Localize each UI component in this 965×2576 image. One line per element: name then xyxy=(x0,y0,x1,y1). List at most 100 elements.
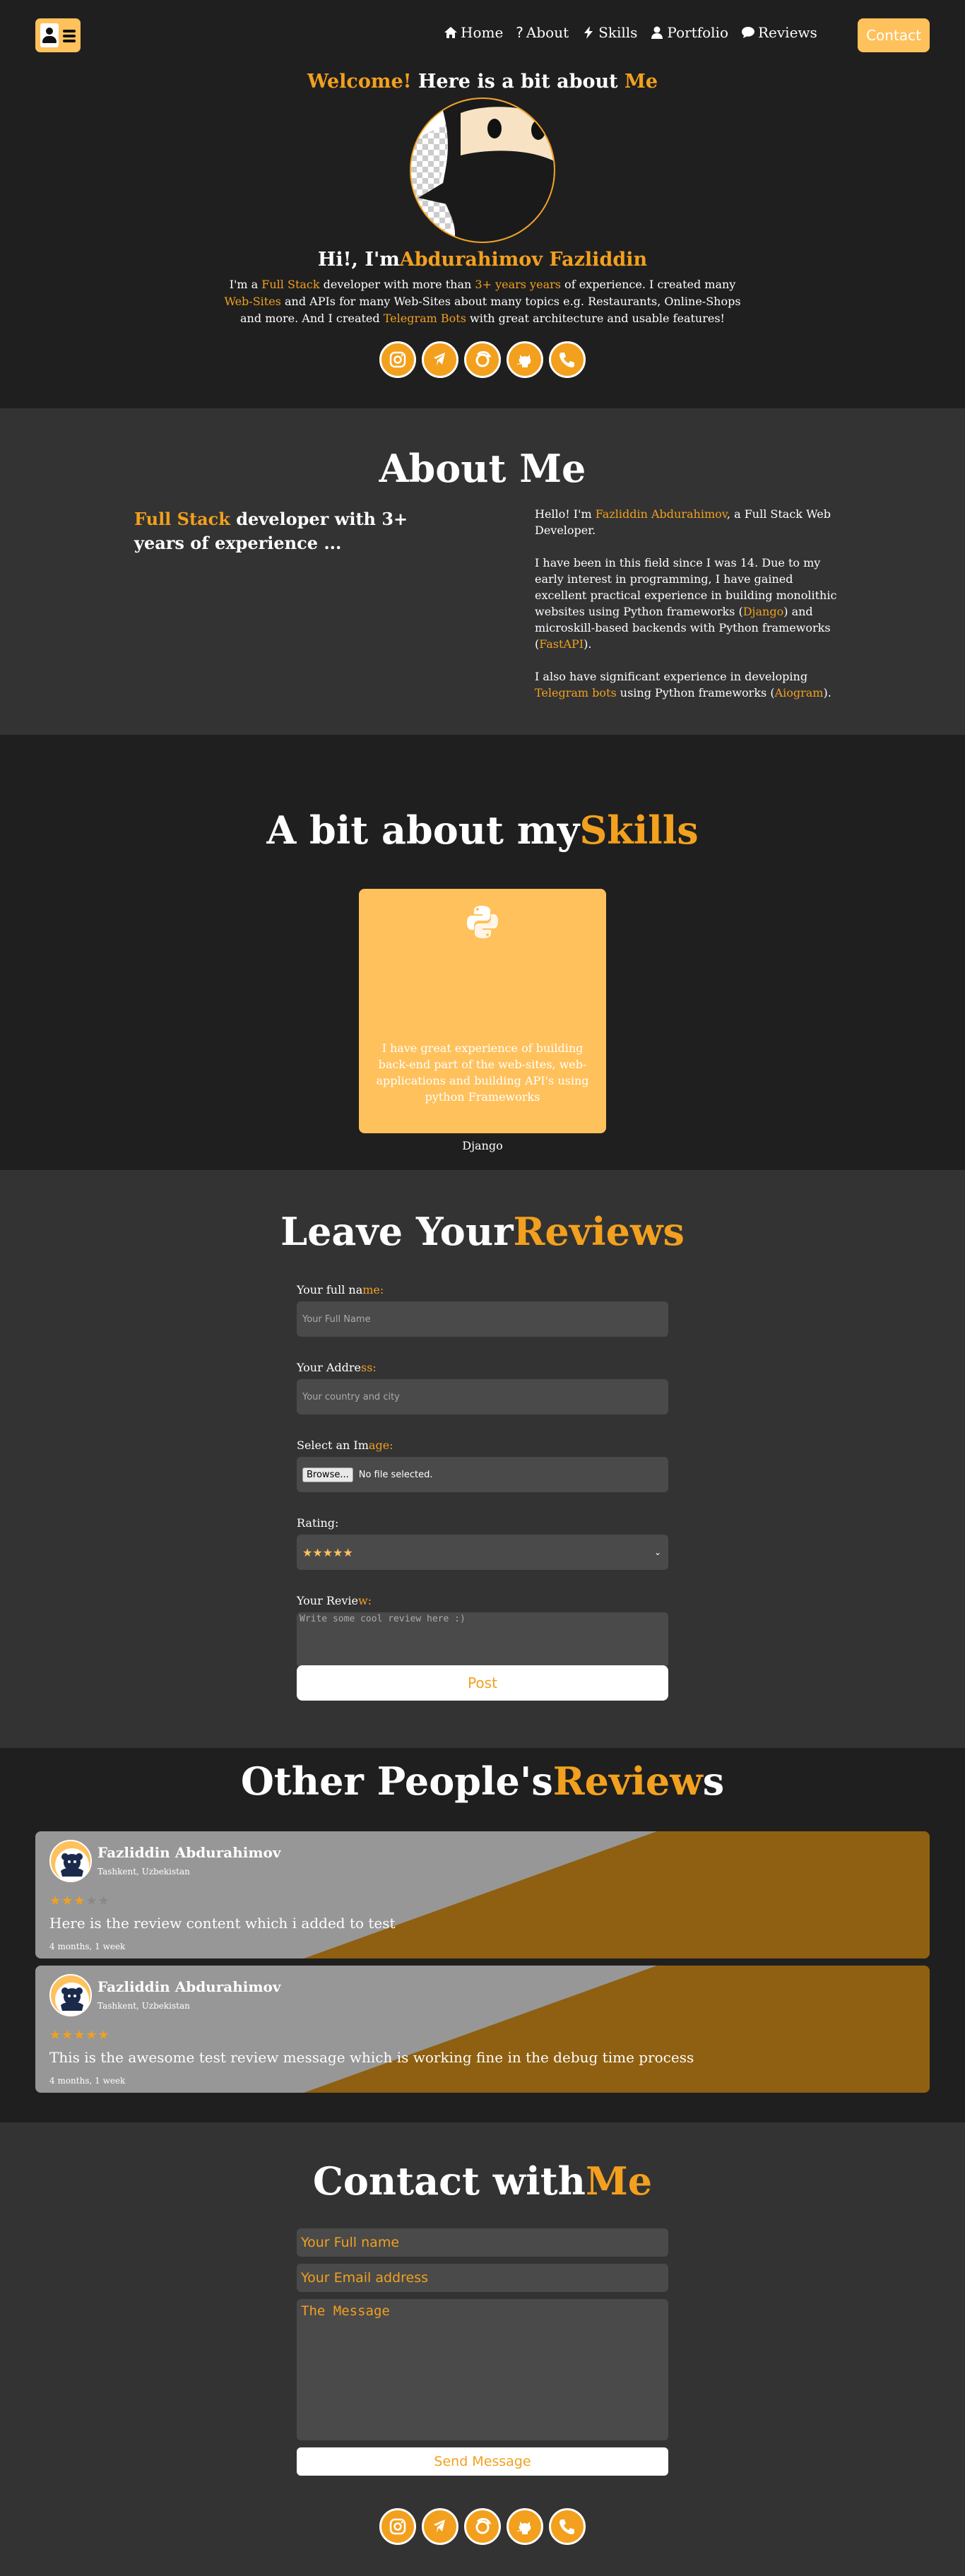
stars-empty: ★★ xyxy=(85,1893,110,1908)
label-text: me: xyxy=(362,1283,384,1296)
desc-text: with great architecture and usable featu… xyxy=(466,312,725,325)
no-file-text: No file selected. xyxy=(358,1469,433,1480)
nav-portfolio[interactable]: Portfolio xyxy=(650,24,728,41)
address-label: Your Address: xyxy=(297,1361,668,1374)
reviewer-name: Fazliddin Abdurahimov xyxy=(97,1844,281,1861)
label-text: Select an Im xyxy=(297,1438,369,1452)
review-textarea[interactable]: Write some cool review here :) xyxy=(297,1612,668,1667)
reviews-section: Other People'sReviews Fazliddin Abdurahi… xyxy=(0,1748,965,2122)
contact-message-textarea[interactable]: The Message xyxy=(297,2299,668,2440)
telegram-link[interactable] xyxy=(422,341,458,378)
review-card: Fazliddin Abdurahimov Tashkent, Uzbekist… xyxy=(35,1966,930,2093)
about-name: Fazliddin Abdurahimov xyxy=(595,507,727,521)
phone-link[interactable] xyxy=(549,341,586,378)
skills-section: A bit about mySkills I have great experi… xyxy=(0,735,965,1170)
skills-title-a: A bit about my xyxy=(266,808,580,853)
send-message-button[interactable]: Send Message xyxy=(297,2447,668,2476)
nav-home[interactable]: Home xyxy=(444,24,503,41)
telegram-link[interactable] xyxy=(422,2508,458,2545)
contact-section: Contact withMe Your Full name Your Email… xyxy=(0,2122,965,2576)
rv-title-c: s xyxy=(702,1759,725,1804)
about-paragraph: I also have significant experience in de… xyxy=(535,668,839,701)
navbar: Home ? About Skills Portfolio Reviews Co… xyxy=(0,0,965,71)
github-icon xyxy=(517,2522,531,2534)
stars-filled: ★★★★★ xyxy=(49,2028,110,2043)
avatar xyxy=(410,98,555,243)
github-link[interactable] xyxy=(507,2508,543,2545)
fastapi-highlight: FastAPI xyxy=(539,637,584,651)
telegram-icon xyxy=(434,353,445,366)
contact-title: Contact withMe xyxy=(0,2122,965,2206)
codewars-icon xyxy=(475,2517,492,2534)
image-field: Select an Image: Browse... No file selec… xyxy=(297,1438,668,1492)
about-summary: Full Stack developer with 3+ years of ex… xyxy=(134,507,445,555)
rating-field: Rating: ★★★★★ ⌄ xyxy=(297,1516,668,1570)
nav-reviews[interactable]: Reviews xyxy=(741,24,817,41)
hero-fullname: Abdurahimov Fazliddin xyxy=(399,249,648,271)
label-text: age: xyxy=(368,1438,393,1452)
bots-highlight: Telegram bots xyxy=(535,686,617,699)
review-stars: ★★★★★ xyxy=(49,1893,110,1908)
review-text: Here is the review content which i added… xyxy=(49,1915,396,1932)
rating-select[interactable]: ★★★★★ ⌄ xyxy=(297,1535,668,1570)
label-text: ss: xyxy=(361,1361,377,1374)
review-field: Your Review: Write some cool review here… xyxy=(297,1594,668,1667)
nav-portfolio-label: Portfolio xyxy=(667,24,728,41)
label-text: Your full na xyxy=(297,1283,363,1296)
logo-line xyxy=(63,30,76,33)
image-label: Select an Image: xyxy=(297,1438,668,1452)
address-field: Your Address: Your country and city xyxy=(297,1361,668,1414)
logo-icon[interactable] xyxy=(35,18,81,52)
person-icon xyxy=(651,26,663,39)
address-input[interactable]: Your country and city xyxy=(297,1379,668,1414)
chat-icon xyxy=(741,27,754,38)
post-button[interactable]: Post xyxy=(297,1665,668,1701)
ct-title-a: Contact with xyxy=(312,2158,586,2204)
nav-reviews-label: Reviews xyxy=(757,24,817,41)
full-name-input[interactable]: Your Full Name xyxy=(297,1301,668,1337)
phone-icon xyxy=(560,353,574,367)
contact-button[interactable]: Contact xyxy=(858,18,930,52)
aiogram-highlight: Aiogram xyxy=(774,686,824,699)
text: Hello! I'm xyxy=(535,507,596,521)
github-link[interactable] xyxy=(507,341,543,378)
lightning-icon xyxy=(584,26,593,39)
review-form-section: Leave YourReviews Your full name: Your F… xyxy=(0,1170,965,1748)
about-paragraph: Hello! I'm Fazliddin Abdurahimov, a Full… xyxy=(535,506,839,538)
hero-title: Welcome! Here is a bit about Me xyxy=(0,71,965,93)
instagram-link[interactable] xyxy=(379,341,416,378)
nav-home-label: Home xyxy=(461,24,504,41)
hero-welcome: Welcome! xyxy=(307,71,412,93)
rating-label: Rating: xyxy=(297,1516,339,1530)
text: ). xyxy=(584,637,592,651)
review-time: 4 months, 1 week xyxy=(49,2076,126,2086)
hero-section: Welcome! Here is a bit about Me Hi!, I'm… xyxy=(0,71,965,408)
rv-title-b: Review xyxy=(552,1759,703,1804)
codewars-link[interactable] xyxy=(464,2508,501,2545)
desc-text: I'm a xyxy=(229,278,262,291)
hero-name: Hi!, I'mAbdurahimov Fazliddin xyxy=(0,249,965,271)
review-time: 4 months, 1 week xyxy=(49,1942,126,1951)
codewars-link[interactable] xyxy=(464,341,501,378)
browse-button[interactable]: Browse... xyxy=(302,1467,353,1482)
home-icon xyxy=(444,27,457,38)
nav-about[interactable]: ? About xyxy=(516,24,569,41)
contact-name-input[interactable]: Your Full name xyxy=(297,2228,668,2257)
reviewer-avatar-icon xyxy=(49,1974,92,2016)
skill-description: I have great experience of building back… xyxy=(376,1041,589,1104)
instagram-link[interactable] xyxy=(379,2508,416,2545)
review-stars: ★★★★★ xyxy=(49,2028,110,2043)
text: I also have significant experience in de… xyxy=(535,670,808,683)
review-card: Fazliddin Abdurahimov Tashkent, Uzbekist… xyxy=(35,1831,930,1958)
phone-link[interactable] xyxy=(549,2508,586,2545)
reviewer-location: Tashkent, Uzbekistan xyxy=(97,1867,190,1877)
skills-title: A bit about mySkills xyxy=(0,735,965,855)
instagram-icon xyxy=(389,351,406,368)
stars-filled: ★★★ xyxy=(49,1893,86,1908)
skill-card[interactable]: I have great experience of building back… xyxy=(359,889,606,1152)
social-links xyxy=(0,341,965,378)
nav-skills[interactable]: Skills xyxy=(581,24,637,41)
hero-greeting: Hi!, I'm xyxy=(317,249,400,271)
logo-body xyxy=(42,36,57,43)
contact-email-input[interactable]: Your Email address xyxy=(297,2264,668,2292)
